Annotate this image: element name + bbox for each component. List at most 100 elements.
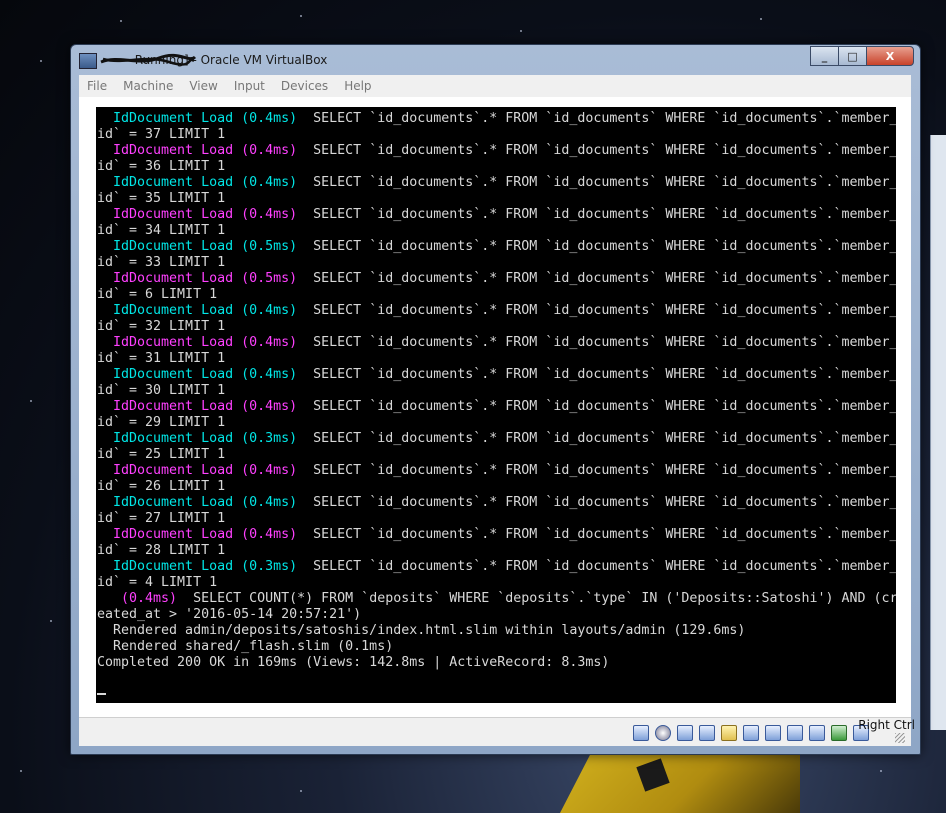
console-segment: SELECT `id_documents`.* FROM `id_documen…: [297, 143, 896, 158]
console-segment: IdDocument Load (0.5ms): [97, 239, 298, 254]
console-segment: SELECT COUNT(*) FROM `deposits` WHERE `d…: [177, 591, 896, 606]
console-segment: IdDocument Load (0.4ms): [97, 495, 298, 510]
console-segment: IdDocument Load (0.5ms): [97, 271, 298, 286]
console-segment: id` = 26 LIMIT 1: [97, 479, 226, 494]
console-segment: IdDocument Load (0.4ms): [97, 207, 298, 222]
console-segment: IdDocument Load (0.4ms): [97, 367, 298, 382]
console-line: IdDocument Load (0.4ms) SELECT `id_docum…: [97, 303, 896, 319]
console-segment: id` = 27 LIMIT 1: [97, 511, 226, 526]
video-capture-icon[interactable]: [765, 725, 781, 741]
console-line: id` = 6 LIMIT 1: [97, 287, 896, 303]
console-line: IdDocument Load (0.4ms) SELECT `id_docum…: [97, 367, 896, 383]
recording-icon[interactable]: [787, 725, 803, 741]
console-segment: IdDocument Load (0.4ms): [97, 399, 298, 414]
console-line: id` = 30 LIMIT 1: [97, 383, 896, 399]
console-line: IdDocument Load (0.5ms) SELECT `id_docum…: [97, 239, 896, 255]
usb-icon[interactable]: [699, 725, 715, 741]
menu-file[interactable]: File: [79, 79, 115, 93]
console-output: IdDocument Load (0.4ms) SELECT `id_docum…: [96, 107, 896, 671]
console-line: IdDocument Load (0.4ms) SELECT `id_docum…: [97, 399, 896, 415]
menu-machine[interactable]: Machine: [115, 79, 181, 93]
console-segment: id` = 25 LIMIT 1: [97, 447, 226, 462]
mouse-integration-icon[interactable]: [831, 725, 847, 741]
console-segment: SELECT `id_documents`.* FROM `id_documen…: [297, 335, 896, 350]
display-icon[interactable]: [743, 725, 759, 741]
resize-grip[interactable]: [895, 733, 905, 743]
background-window-edge[interactable]: [930, 135, 946, 730]
console-line: Completed 200 OK in 169ms (Views: 142.8m…: [97, 655, 896, 671]
console-line: IdDocument Load (0.4ms) SELECT `id_docum…: [97, 495, 896, 511]
menu-help[interactable]: Help: [336, 79, 379, 93]
console-line: id` = 29 LIMIT 1: [97, 415, 896, 431]
console-segment: SELECT `id_documents`.* FROM `id_documen…: [297, 431, 896, 446]
console-line: IdDocument Load (0.3ms) SELECT `id_docum…: [97, 431, 896, 447]
hard-disk-icon[interactable]: [633, 725, 649, 741]
close-button[interactable]: X: [866, 46, 914, 66]
console-segment: SELECT `id_documents`.* FROM `id_documen…: [297, 527, 896, 542]
console-line: IdDocument Load (0.4ms) SELECT `id_docum…: [97, 175, 896, 191]
console-line: id` = 28 LIMIT 1: [97, 543, 896, 559]
console-segment: SELECT `id_documents`.* FROM `id_documen…: [297, 111, 896, 126]
console-segment: Rendered shared/_flash.slim (0.1ms): [97, 639, 394, 654]
console-segment: SELECT `id_documents`.* FROM `id_documen…: [297, 463, 896, 478]
console-segment: Rendered admin/deposits/satoshis/index.h…: [97, 623, 746, 638]
network-icon[interactable]: [677, 725, 693, 741]
console-line: IdDocument Load (0.4ms) SELECT `id_docum…: [97, 111, 896, 127]
console-segment: SELECT `id_documents`.* FROM `id_documen…: [297, 367, 896, 382]
console-line: id` = 27 LIMIT 1: [97, 511, 896, 527]
console-line: id` = 33 LIMIT 1: [97, 255, 896, 271]
console-segment: id` = 36 LIMIT 1: [97, 159, 226, 174]
console-line: IdDocument Load (0.4ms) SELECT `id_docum…: [97, 463, 896, 479]
console-segment: SELECT `id_documents`.* FROM `id_documen…: [297, 303, 896, 318]
console-segment: SELECT `id_documents`.* FROM `id_documen…: [297, 207, 896, 222]
minimize-button[interactable]: _: [810, 46, 839, 66]
console-segment: IdDocument Load (0.4ms): [97, 335, 298, 350]
console-segment: id` = 6 LIMIT 1: [97, 287, 218, 302]
console-line: IdDocument Load (0.4ms) SELECT `id_docum…: [97, 335, 896, 351]
console-line: id` = 26 LIMIT 1: [97, 479, 896, 495]
shared-folders-icon[interactable]: [721, 725, 737, 741]
host-key-label: Right Ctrl: [858, 718, 915, 732]
console-line: id` = 31 LIMIT 1: [97, 351, 896, 367]
vm-console-screen[interactable]: IdDocument Load (0.4ms) SELECT `id_docum…: [96, 107, 896, 703]
console-line: IdDocument Load (0.5ms) SELECT `id_docum…: [97, 271, 896, 287]
console-line: Rendered shared/_flash.slim (0.1ms): [97, 639, 896, 655]
status-bar: Right Ctrl: [79, 717, 915, 746]
console-segment: eated_at > '2016-05-14 20:57:21'): [97, 607, 362, 622]
console-line: id` = 25 LIMIT 1: [97, 447, 896, 463]
console-segment: IdDocument Load (0.4ms): [97, 175, 298, 190]
menu-input[interactable]: Input: [226, 79, 273, 93]
console-segment: id` = 33 LIMIT 1: [97, 255, 226, 270]
maximize-button[interactable]: □: [838, 46, 867, 66]
cpu-icon[interactable]: [809, 725, 825, 741]
console-segment: IdDocument Load (0.3ms): [97, 559, 298, 574]
menu-bar: File Machine View Input Devices Help: [79, 75, 911, 98]
console-line: id` = 36 LIMIT 1: [97, 159, 896, 175]
console-line: (0.4ms) SELECT COUNT(*) FROM `deposits` …: [97, 591, 896, 607]
optical-disk-icon[interactable]: [655, 725, 671, 741]
console-cursor: [97, 693, 106, 695]
console-line: id` = 4 LIMIT 1: [97, 575, 896, 591]
menu-view[interactable]: View: [181, 79, 225, 93]
console-line: IdDocument Load (0.3ms) SELECT `id_docum…: [97, 559, 896, 575]
menu-devices[interactable]: Devices: [273, 79, 336, 93]
console-segment: id` = 37 LIMIT 1: [97, 127, 226, 142]
console-line: IdDocument Load (0.4ms) SELECT `id_docum…: [97, 143, 896, 159]
console-segment: Completed 200 OK in 169ms (Views: 142.8m…: [97, 655, 610, 670]
redaction-scribble: [100, 53, 197, 66]
console-segment: (0.4ms): [97, 591, 178, 606]
console-line: IdDocument Load (0.4ms) SELECT `id_docum…: [97, 207, 896, 223]
console-segment: IdDocument Load (0.4ms): [97, 527, 298, 542]
console-segment: IdDocument Load (0.4ms): [97, 143, 298, 158]
console-segment: IdDocument Load (0.4ms): [97, 111, 298, 126]
vm-display-area: IdDocument Load (0.4ms) SELECT `id_docum…: [79, 97, 911, 717]
console-segment: SELECT `id_documents`.* FROM `id_documen…: [297, 399, 896, 414]
console-segment: id` = 4 LIMIT 1: [97, 575, 218, 590]
console-segment: SELECT `id_documents`.* FROM `id_documen…: [297, 495, 896, 510]
console-segment: SELECT `id_documents`.* FROM `id_documen…: [297, 271, 896, 286]
console-line: id` = 32 LIMIT 1: [97, 319, 896, 335]
console-line: Rendered admin/deposits/satoshis/index.h…: [97, 623, 896, 639]
console-segment: id` = 35 LIMIT 1: [97, 191, 226, 206]
virtualbox-window: A [Running] - Oracle VM VirtualBox _ □ X…: [70, 44, 921, 755]
title-bar[interactable]: A [Running] - Oracle VM VirtualBox _ □ X: [71, 45, 920, 75]
